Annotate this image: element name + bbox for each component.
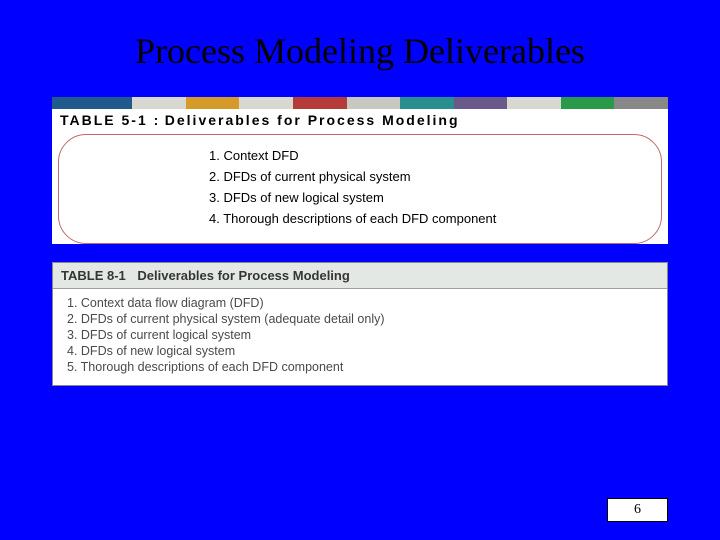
decorative-color-bar [52,97,668,109]
list-item: DFDs of current logical system [67,327,657,343]
list-item: DFDs of new logical system [209,187,661,208]
page-number: 6 [607,498,668,522]
list-item: Context data flow diagram (DFD) [67,295,657,311]
list-item: DFDs of current physical system [209,166,661,187]
list-item: DFDs of current physical system (adequat… [67,311,657,327]
list-item: DFDs of new logical system [67,343,657,359]
list-item: Context DFD [209,145,661,166]
table-5-1-caption: Deliverables for Process Modeling [165,112,460,128]
table-8-1-items: Context data flow diagram (DFD) DFDs of … [53,289,667,385]
list-item: Thorough descriptions of each DFD compon… [209,208,661,229]
figure-table-8-1: TABLE 8-1 Deliverables for Process Model… [52,262,668,386]
table-5-1-items-box: Context DFD DFDs of current physical sys… [58,134,662,244]
figure-table-5-1: TABLE 5-1 : Deliverables for Process Mod… [52,97,668,244]
table-8-1-label: TABLE 8-1 [61,268,126,283]
list-item: Thorough descriptions of each DFD compon… [67,359,657,375]
table-8-1-caption: Deliverables for Process Modeling [137,268,349,283]
table-5-1-label: TABLE 5-1 : [60,112,160,128]
slide-title: Process Modeling Deliverables [0,0,720,72]
table-8-1-header: TABLE 8-1 Deliverables for Process Model… [53,263,667,289]
